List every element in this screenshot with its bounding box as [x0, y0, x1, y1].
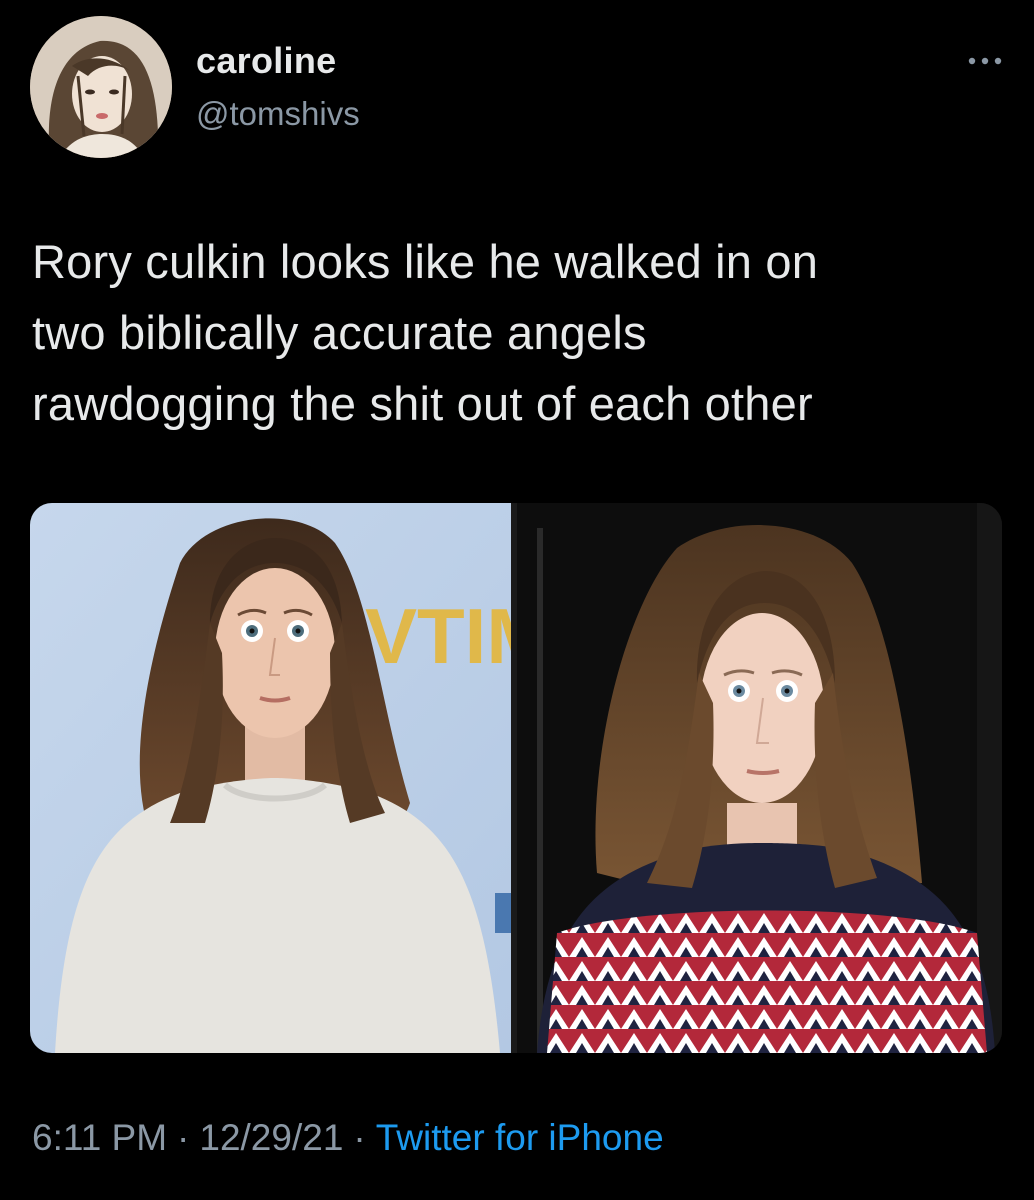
- tweet-date[interactable]: 12/29/21: [199, 1117, 343, 1158]
- avatar-image: [30, 16, 172, 158]
- tweet-text: Rory culkin looks like he walked in on t…: [32, 235, 819, 430]
- media-photo-left[interactable]: VTIM: [30, 503, 511, 1053]
- display-name[interactable]: caroline: [196, 40, 336, 82]
- meta-separator: ·: [177, 1117, 190, 1158]
- meta-separator: ·: [353, 1117, 366, 1158]
- avatar[interactable]: [30, 16, 172, 158]
- tweet-source-link[interactable]: Twitter for iPhone: [376, 1117, 664, 1158]
- tweet-metadata: 6:11 PM · 12/29/21 · Twitter for iPhone: [32, 1117, 664, 1159]
- more-horizontal-icon[interactable]: [960, 46, 1010, 76]
- tweet-time[interactable]: 6:11 PM: [32, 1117, 167, 1158]
- backdrop-logo: VTIM: [365, 592, 511, 680]
- tweet: caroline @tomshivs Rory culkin looks lik…: [0, 0, 1034, 1200]
- user-handle[interactable]: @tomshivs: [196, 95, 360, 133]
- media-photo-right[interactable]: [517, 503, 1002, 1053]
- tweet-media[interactable]: VTIM: [30, 503, 1002, 1053]
